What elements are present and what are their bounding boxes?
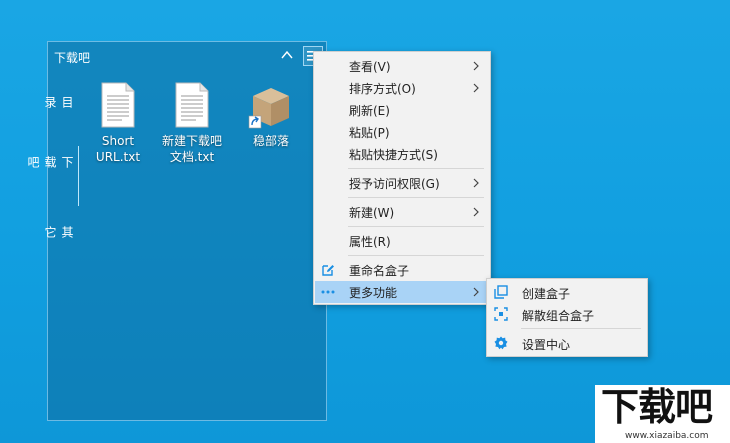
package-box-shortcut-icon bbox=[248, 88, 289, 129]
menu-item-label: 粘贴快捷方式(S) bbox=[349, 147, 438, 162]
menu-item-label: 重命名盒子 bbox=[349, 263, 410, 278]
menu-item-paste[interactable]: 粘贴(P) bbox=[315, 121, 489, 143]
chevron-right-icon bbox=[473, 287, 479, 297]
menu-separator bbox=[348, 255, 484, 256]
menu-item-paste-shortcut[interactable]: 粘贴快捷方式(S) bbox=[315, 143, 489, 165]
menu-separator bbox=[348, 168, 484, 169]
file-name: Short URL.txt bbox=[95, 134, 141, 164]
submenu-item-label: 创建盒子 bbox=[522, 287, 571, 301]
tab-xiazaiba[interactable]: 下载吧 bbox=[26, 156, 76, 168]
submenu-item-ungroup[interactable]: 解散组合盒子 bbox=[488, 303, 646, 325]
chevron-right-icon bbox=[473, 61, 479, 71]
active-tab-indicator bbox=[78, 146, 79, 206]
menu-item-properties[interactable]: 属性(R) bbox=[315, 230, 489, 252]
file-item[interactable]: 新建下载吧文档.txt bbox=[158, 82, 226, 165]
file-name: 稳部落 bbox=[252, 134, 289, 148]
menu-item-label: 查看(V) bbox=[349, 59, 391, 74]
menu-item-label: 更多功能 bbox=[349, 285, 398, 300]
collapse-chevron-up-icon[interactable] bbox=[280, 48, 294, 62]
chevron-right-icon bbox=[473, 83, 479, 93]
fence-box[interactable]: 下载吧 目录 下载吧 其它 Short URL.txt 新建下载吧文档.txt … bbox=[26, 41, 327, 421]
text-file-icon bbox=[101, 82, 135, 128]
menu-item-rename-box[interactable]: 重命名盒子 bbox=[315, 259, 489, 281]
menu-item-refresh[interactable]: 刷新(E) bbox=[315, 99, 489, 121]
watermark-logo-text: 下载吧 bbox=[601, 385, 713, 429]
menu-item-more-features[interactable]: 更多功能 bbox=[315, 281, 489, 303]
menu-item-label: 刷新(E) bbox=[349, 103, 390, 118]
more-dots-icon bbox=[321, 290, 335, 294]
text-file-icon bbox=[175, 82, 209, 128]
menu-separator bbox=[348, 226, 484, 227]
submenu-item-label: 解散组合盒子 bbox=[522, 309, 595, 323]
gear-icon bbox=[494, 336, 508, 350]
menu-item-label: 新建(W) bbox=[349, 205, 395, 220]
tab-catalog[interactable]: 目录 bbox=[43, 96, 76, 108]
watermark-url: www.xiazaiba.com bbox=[625, 431, 709, 441]
menu-item-view[interactable]: 查看(V) bbox=[315, 55, 489, 77]
submenu-item-create-box[interactable]: 创建盒子 bbox=[488, 281, 646, 303]
submenu-item-settings[interactable]: 设置中心 bbox=[488, 332, 646, 354]
more-features-submenu: 创建盒子 解散组合盒子 设置中心 bbox=[486, 278, 648, 357]
menu-separator bbox=[348, 197, 484, 198]
menu-item-new[interactable]: 新建(W) bbox=[315, 201, 489, 223]
tab-other[interactable]: 其它 bbox=[43, 226, 76, 238]
file-item[interactable]: 稳部落 bbox=[237, 82, 305, 149]
chevron-right-icon bbox=[473, 207, 479, 217]
watermark-logo: 下载吧 www.xiazaiba.com bbox=[595, 385, 730, 443]
ungroup-icon bbox=[494, 307, 508, 321]
fence-title: 下载吧 bbox=[54, 51, 91, 65]
submenu-separator bbox=[521, 328, 641, 329]
file-item[interactable]: Short URL.txt bbox=[84, 82, 152, 165]
menu-item-label: 属性(R) bbox=[349, 234, 391, 249]
submenu-item-label: 设置中心 bbox=[522, 338, 571, 352]
menu-item-sort[interactable]: 排序方式(O) bbox=[315, 77, 489, 99]
menu-item-label: 排序方式(O) bbox=[349, 81, 416, 96]
file-name: 新建下载吧文档.txt bbox=[161, 134, 222, 164]
context-menu: 查看(V) 排序方式(O) 刷新(E) 粘贴(P) 粘贴快捷方式(S) 授予访问… bbox=[313, 51, 491, 305]
menu-item-label: 粘贴(P) bbox=[349, 125, 390, 140]
chevron-right-icon bbox=[473, 178, 479, 188]
create-box-icon bbox=[494, 285, 508, 299]
edit-icon bbox=[322, 265, 334, 276]
menu-item-label: 授予访问权限(G) bbox=[349, 176, 440, 191]
menu-item-grant-access[interactable]: 授予访问权限(G) bbox=[315, 172, 489, 194]
